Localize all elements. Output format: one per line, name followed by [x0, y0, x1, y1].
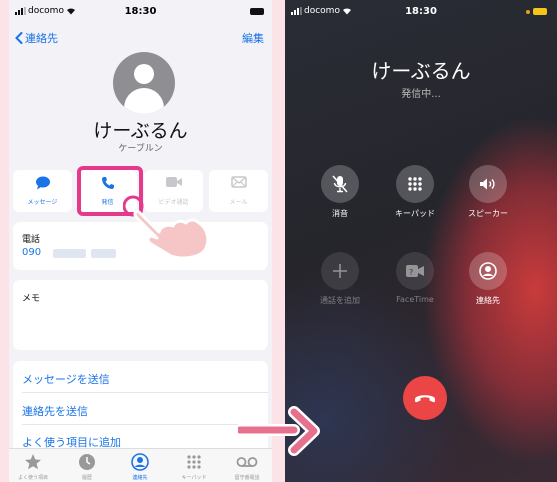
divider: [22, 392, 268, 393]
keypad-button[interactable]: キーパッド: [387, 165, 443, 227]
battery-icon: [250, 8, 264, 15]
tab-favorites-label: よく使う項目: [17, 475, 48, 481]
tab-recents-label: 履歴: [81, 475, 92, 481]
plus-icon: [321, 252, 359, 290]
send-contact-link[interactable]: 連絡先を送信: [22, 403, 88, 419]
mute-label: 消音: [332, 209, 348, 218]
person-circle-icon: [120, 452, 160, 472]
add-call-label: 通話を追加: [320, 296, 360, 305]
battery-icon: [526, 8, 547, 15]
chevron-left-icon: [15, 32, 23, 44]
phone-hangup-icon: [415, 395, 435, 403]
status-bar: docomo 18:30: [285, 6, 557, 20]
contact-avatar: [113, 52, 175, 114]
speaker-icon: [469, 165, 507, 203]
tab-contacts[interactable]: 連絡先: [120, 452, 160, 481]
contacts-button[interactable]: 連絡先: [460, 252, 516, 314]
links-card: メッセージを送信 連絡先を送信 よく使う項目に追加: [13, 361, 268, 453]
speaker-button[interactable]: スピーカー: [460, 165, 516, 227]
send-message-link[interactable]: メッセージを送信: [22, 371, 110, 387]
mute-button[interactable]: 消音: [312, 165, 368, 227]
message-label: メッセージ: [27, 199, 58, 206]
svg-text:?: ?: [409, 268, 413, 277]
contact-name: けーぶるん: [93, 120, 188, 142]
edit-button[interactable]: 編集: [242, 30, 264, 46]
transition-arrow-icon: [238, 406, 320, 456]
message-bubble-icon: [13, 176, 72, 192]
speaker-label: スピーカー: [468, 209, 508, 218]
end-call-button[interactable]: [403, 376, 447, 420]
nav-bar: 連絡先 編集: [9, 30, 272, 48]
contacts-label: 連絡先: [476, 296, 500, 305]
keypad-label: キーパッド: [395, 209, 435, 218]
caller-name: けーぶるん: [371, 59, 471, 83]
keypad-icon: [396, 165, 434, 203]
memo-card[interactable]: メモ: [13, 280, 268, 350]
add-call-button[interactable]: 通話を追加: [312, 252, 368, 314]
phone-label: 電話: [22, 235, 41, 245]
status-bar: docomo 18:30: [9, 6, 272, 20]
facetime-icon: ?: [396, 252, 434, 290]
phone-number-mask: [91, 249, 116, 258]
memo-label: メモ: [22, 294, 41, 304]
pointing-hand-icon: [123, 195, 210, 260]
status-time: 18:30: [405, 6, 437, 17]
message-button[interactable]: メッセージ: [13, 170, 72, 212]
tab-contacts-label: 連絡先: [132, 475, 148, 481]
clock-icon: [67, 452, 107, 472]
tab-voicemail-label: 留守番電話: [234, 475, 260, 481]
video-icon: [144, 176, 203, 192]
phone-number[interactable]: 090: [22, 247, 41, 258]
phone-number-mask: [53, 249, 86, 258]
tab-keypad[interactable]: キーパッド: [174, 452, 214, 481]
back-button[interactable]: 連絡先: [15, 30, 58, 46]
star-icon: [13, 452, 53, 472]
contact-detail-screen: docomo 18:30 連絡先 編集 けーぶるん ケーブルン メッセージ 発信: [9, 0, 272, 482]
call-status: 発信中...: [401, 89, 441, 100]
contact-reading: ケーブルン: [118, 144, 163, 154]
facetime-button[interactable]: ? FaceTime: [387, 252, 443, 314]
back-label: 連絡先: [25, 32, 58, 45]
divider: [22, 424, 268, 425]
status-time: 18:30: [124, 6, 157, 17]
keypad-icon: [174, 452, 214, 472]
tab-keypad-label: キーパッド: [181, 475, 207, 481]
facetime-label: FaceTime: [396, 295, 434, 304]
mic-off-icon: [321, 165, 359, 203]
mail-icon: [209, 176, 268, 192]
tab-recents[interactable]: 履歴: [67, 452, 107, 481]
person-circle-icon: [469, 252, 507, 290]
tab-bar: よく使う項目 履歴 連絡先 キーパッド 留守番電話: [9, 448, 272, 482]
tab-favorites[interactable]: よく使う項目: [13, 452, 53, 481]
